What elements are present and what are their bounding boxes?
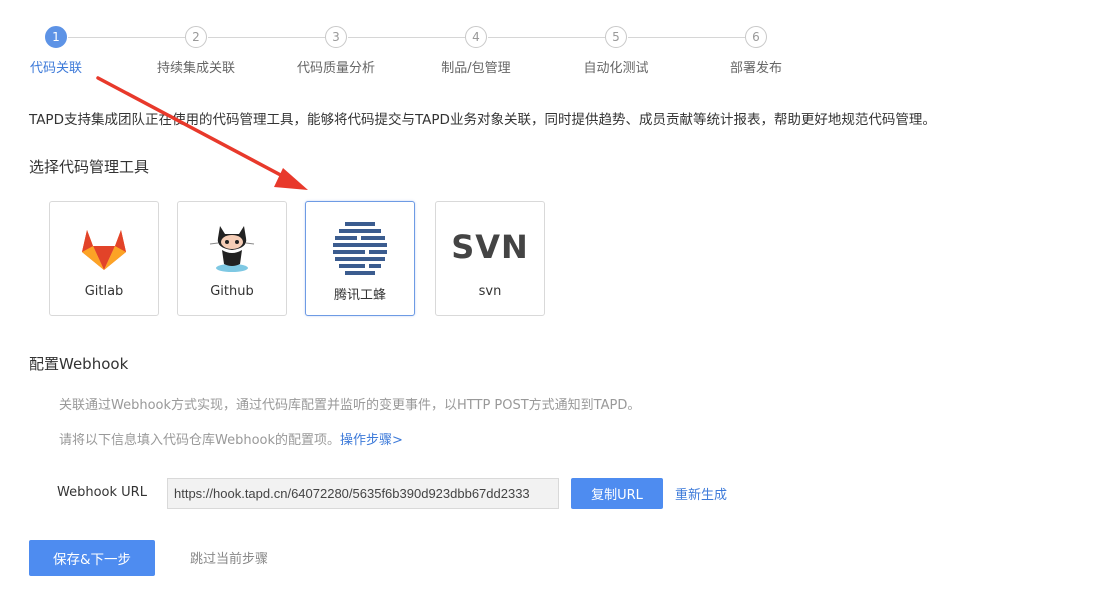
intro-description: TAPD支持集成团队正在使用的代码管理工具，能够将代码提交与TAPD业务对象关联… [29, 112, 936, 128]
webhook-hint-1: 关联通过Webhook方式实现，通过代码库配置并监听的变更事件，以HTTP PO… [59, 398, 641, 413]
step-2-circle[interactable]: 2 [185, 26, 207, 48]
step-connector [208, 37, 325, 38]
tool-section-title: 选择代码管理工具 [29, 158, 150, 176]
webhook-hint-2-text: 请将以下信息填入代码仓库Webhook的配置项。 [59, 433, 341, 448]
skip-step-link[interactable]: 跳过当前步骤 [190, 548, 268, 567]
step-connector [68, 37, 185, 38]
tool-label-gitlab: Gitlab [84, 284, 124, 299]
webhook-url-field[interactable] [167, 478, 559, 509]
tool-card-github[interactable]: Github [177, 201, 287, 316]
webhook-url-label: Webhook URL [57, 485, 147, 500]
step-6-circle[interactable]: 6 [745, 26, 767, 48]
webhook-section-title: 配置Webhook [29, 355, 129, 373]
tencent-gongfeng-icon [331, 222, 389, 280]
gitlab-icon [80, 226, 128, 274]
step-connector [628, 37, 745, 38]
progress-stepper: 1 2 3 4 5 6 代码关联 持续集成关联 代码质量分析 制品/包管理 自动… [0, 0, 1094, 80]
tool-card-svn[interactable]: SVN svn [435, 201, 545, 316]
step-1-label[interactable]: 代码关联 [30, 57, 82, 76]
tool-label-tencent-gongfeng: 腾讯工蜂 [333, 288, 386, 303]
svn-icon: SVN [451, 228, 529, 266]
step-3-label[interactable]: 代码质量分析 [297, 57, 375, 76]
save-next-button[interactable]: 保存&下一步 [29, 540, 155, 576]
copy-url-button[interactable]: 复制URL [571, 478, 663, 509]
webhook-hint-2: 请将以下信息填入代码仓库Webhook的配置项。操作步骤> [59, 429, 403, 448]
tool-card-gitlab[interactable]: Gitlab [49, 201, 159, 316]
step-2-label[interactable]: 持续集成关联 [157, 57, 235, 76]
tool-label-svn: svn [478, 284, 502, 299]
step-6-label[interactable]: 部署发布 [730, 57, 782, 76]
step-5-circle[interactable]: 5 [605, 26, 627, 48]
step-3-circle[interactable]: 3 [325, 26, 347, 48]
step-connector [348, 37, 465, 38]
operation-steps-link[interactable]: 操作步骤> [340, 433, 403, 448]
tool-label-github: Github [210, 284, 254, 299]
tool-card-tencent-gongfeng[interactable]: 腾讯工蜂 [305, 201, 415, 316]
github-octocat-icon [206, 222, 258, 278]
regenerate-link[interactable]: 重新生成 [675, 484, 727, 503]
step-connector [488, 37, 605, 38]
step-4-label[interactable]: 制品/包管理 [441, 57, 510, 76]
step-4-circle[interactable]: 4 [465, 26, 487, 48]
step-1-circle[interactable]: 1 [45, 26, 67, 48]
annotation-arrow-icon [96, 76, 308, 190]
step-5-label[interactable]: 自动化测试 [583, 57, 648, 76]
